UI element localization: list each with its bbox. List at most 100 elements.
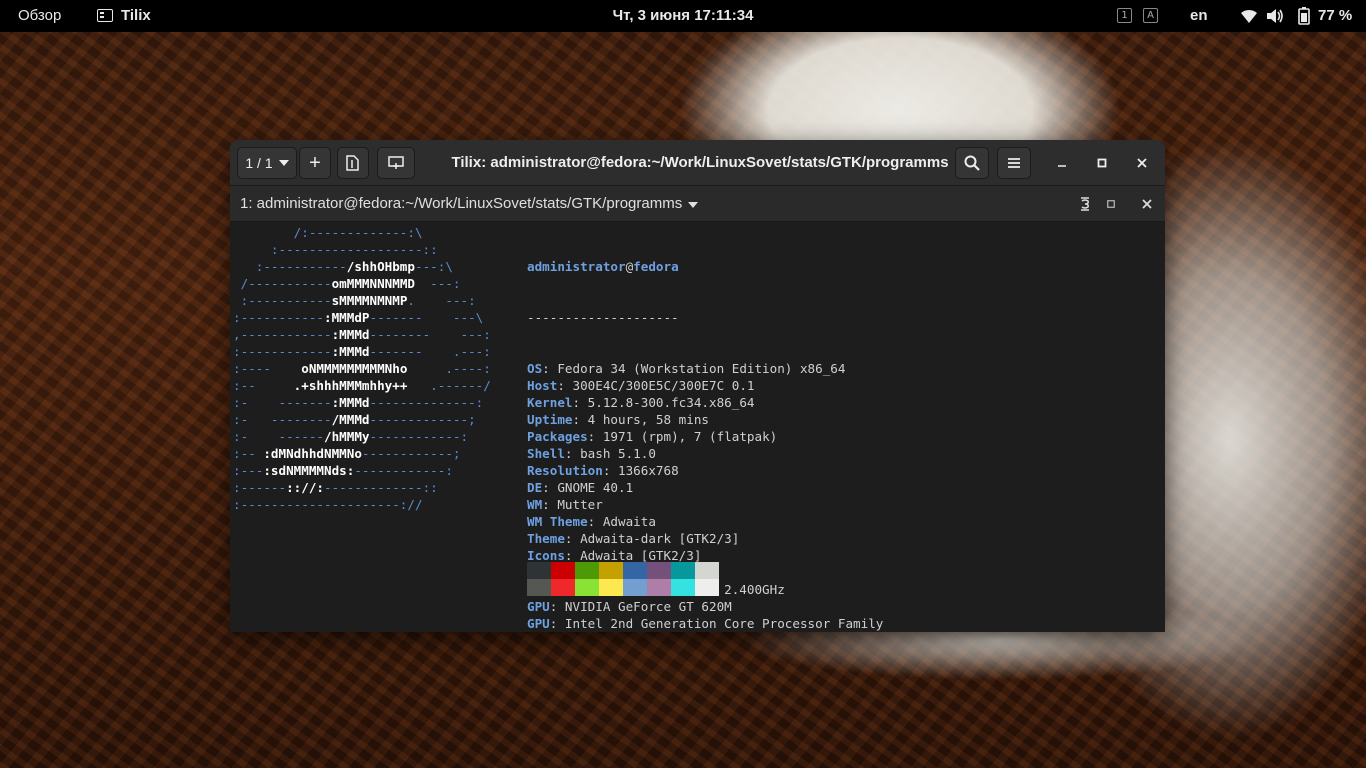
palette-swatch bbox=[599, 579, 623, 596]
logo-line: :---------------------:// bbox=[233, 497, 423, 512]
window-title: Tilix: administrator@fedora:~/Work/Linux… bbox=[451, 154, 949, 171]
info-key: Uptime bbox=[527, 412, 573, 427]
info-key: Shell bbox=[527, 446, 565, 461]
info-value: Adwaita bbox=[602, 514, 656, 529]
hamburger-icon bbox=[1008, 158, 1020, 168]
info-host: fedora bbox=[633, 259, 679, 274]
split-down-button[interactable] bbox=[377, 147, 415, 179]
palette-swatch bbox=[623, 562, 647, 579]
maximize-button[interactable] bbox=[1090, 151, 1114, 175]
chevron-down-icon bbox=[278, 160, 289, 166]
logo-line: :-- .+shhhMMMmhhy++ .------/ bbox=[233, 378, 491, 393]
activities-button[interactable]: Обзор bbox=[18, 7, 61, 24]
palette-swatch bbox=[527, 562, 551, 579]
battery-percentage[interactable]: 77 % bbox=[1318, 7, 1352, 24]
info-value: GNOME 40.1 bbox=[557, 480, 634, 495]
maximize-icon bbox=[1097, 158, 1107, 168]
info-value: Adwaita-dark [GTK2/3] bbox=[580, 531, 740, 546]
logo-line: /:-------------:\ bbox=[233, 225, 423, 240]
palette-swatch bbox=[551, 579, 575, 596]
info-user: administrator bbox=[527, 259, 626, 274]
add-session-button[interactable]: + bbox=[299, 147, 331, 179]
palette-swatch bbox=[575, 579, 599, 596]
info-value: 1971 (rpm), 7 (flatpak) bbox=[602, 429, 778, 444]
info-row: WM: Mutter bbox=[527, 497, 603, 512]
close-window-button[interactable] bbox=[1130, 151, 1154, 175]
battery-icon[interactable] bbox=[1298, 7, 1310, 25]
palette-swatch bbox=[647, 562, 671, 579]
minimize-button[interactable] bbox=[1050, 151, 1074, 175]
fedora-ascii-logo: /:-------------:\ :-------------------::… bbox=[233, 224, 491, 513]
info-key: WM Theme bbox=[527, 514, 588, 529]
app-menu-button[interactable]: Tilix bbox=[97, 7, 151, 24]
keyboard-indicator-1-icon[interactable]: 1 bbox=[1117, 8, 1132, 23]
split-right-button[interactable] bbox=[337, 147, 369, 179]
session-switcher-button[interactable]: 1 / 1 bbox=[237, 147, 297, 179]
hamburger-menu-button[interactable] bbox=[997, 147, 1031, 179]
terminal-title-bar[interactable]: 1: administrator@fedora:~/Work/LinuxSove… bbox=[230, 186, 1165, 222]
info-row: WM Theme: Adwaita bbox=[527, 514, 656, 529]
input-language-button[interactable]: en bbox=[1190, 7, 1208, 24]
palette-swatch bbox=[527, 579, 551, 596]
logo-line: :-- :dMNdhhdNMMNo------------; bbox=[233, 446, 461, 461]
minimize-icon bbox=[1058, 165, 1066, 167]
info-key: GPU bbox=[527, 616, 550, 631]
top-bar: Обзор Tilix Чт, 3 июня 17:11:34 1 A en 7… bbox=[0, 0, 1366, 32]
info-key: Resolution bbox=[527, 463, 603, 478]
logo-line: :-------------------:: bbox=[233, 242, 438, 257]
wifi-icon[interactable] bbox=[1240, 8, 1258, 24]
info-value: Fedora 34 (Workstation Edition) x86_64 bbox=[557, 361, 846, 376]
terminal-output[interactable]: /:-------------:\ :-------------------::… bbox=[230, 222, 1165, 632]
logo-line: :- --------/MMMd-------------; bbox=[233, 412, 476, 427]
info-key: Kernel bbox=[527, 395, 573, 410]
info-value: 300E4C/300E5C/300E7C 0.1 bbox=[572, 378, 755, 393]
keyboard-indicator-a-icon[interactable]: A bbox=[1143, 8, 1158, 23]
info-key: Packages bbox=[527, 429, 588, 444]
palette-swatch bbox=[623, 579, 647, 596]
info-key: GPU bbox=[527, 599, 550, 614]
info-row: Uptime: 4 hours, 58 mins bbox=[527, 412, 709, 427]
info-row: GPU: Intel 2nd Generation Core Processor… bbox=[527, 616, 884, 631]
info-key: DE bbox=[527, 480, 543, 495]
logo-line: :-----------:MMMdP------- ---\ bbox=[233, 310, 484, 325]
palette-swatch bbox=[695, 579, 719, 596]
info-value: NVIDIA GeForce GT 620M bbox=[564, 599, 732, 614]
info-row: Packages: 1971 (rpm), 7 (flatpak) bbox=[527, 429, 778, 444]
info-separator: -------------------- bbox=[527, 310, 679, 325]
color-palette bbox=[527, 562, 719, 596]
palette-swatch bbox=[671, 562, 695, 579]
search-icon bbox=[964, 155, 980, 171]
info-value: Intel 2nd Generation Core Processor Fami… bbox=[564, 616, 884, 631]
info-key: WM bbox=[527, 497, 543, 512]
logo-line: :-----------/shhOHbmp---:\ bbox=[233, 259, 453, 274]
info-key: OS bbox=[527, 361, 543, 376]
terminal-app-icon bbox=[97, 9, 113, 22]
search-button[interactable] bbox=[955, 147, 989, 179]
info-value: 1366x768 bbox=[618, 463, 679, 478]
logo-line: :- ------/hMMMy------------: bbox=[233, 429, 469, 444]
clock-button[interactable]: Чт, 3 июня 17:11:34 bbox=[613, 7, 754, 24]
palette-swatch bbox=[671, 579, 695, 596]
chevron-down-icon[interactable] bbox=[688, 202, 698, 208]
clock-container: Чт, 3 июня 17:11:34 bbox=[0, 7, 1366, 24]
read-only-toggle-icon[interactable] bbox=[1075, 194, 1095, 214]
volume-icon[interactable] bbox=[1266, 8, 1284, 24]
logo-line: /-----------omMMMNNNMMD ---: bbox=[233, 276, 461, 291]
terminal-title[interactable]: 1: administrator@fedora:~/Work/LinuxSove… bbox=[240, 195, 682, 212]
info-key: Theme bbox=[527, 531, 565, 546]
palette-swatch bbox=[599, 562, 623, 579]
header-bar[interactable]: 1 / 1 + Tilix: administrator@fedora:~/Wo… bbox=[230, 140, 1165, 186]
palette-swatch bbox=[695, 562, 719, 579]
info-value: Adwaita [GTK2/3] bbox=[580, 548, 702, 563]
logo-line: :------:://:-------------:: bbox=[233, 480, 438, 495]
palette-swatch bbox=[575, 562, 599, 579]
info-row: Shell: bash 5.1.0 bbox=[527, 446, 656, 461]
close-terminal-icon[interactable] bbox=[1137, 194, 1157, 214]
maximize-terminal-icon[interactable] bbox=[1101, 194, 1121, 214]
split-right-icon bbox=[346, 155, 359, 171]
info-row: DE: GNOME 40.1 bbox=[527, 480, 634, 495]
info-value: 5.12.8-300.fc34.x86_64 bbox=[587, 395, 755, 410]
info-key: Icons bbox=[527, 548, 565, 563]
palette-swatch bbox=[551, 562, 575, 579]
info-row: Resolution: 1366x768 bbox=[527, 463, 679, 478]
